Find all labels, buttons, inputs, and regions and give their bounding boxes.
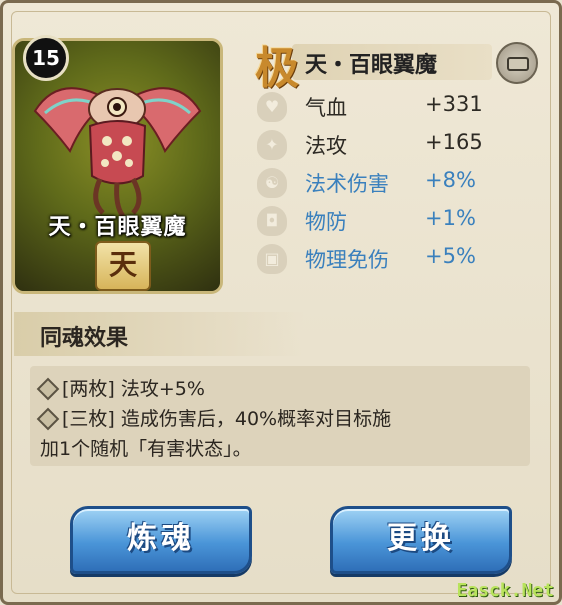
rank-glyph: 极 xyxy=(255,43,299,94)
stat-row-physical-reduction: ▣ 物理免伤 +5% xyxy=(255,242,545,276)
grade-badge: 天 xyxy=(95,241,151,291)
stat-label: 法攻 xyxy=(305,134,347,158)
replace-button[interactable]: 更换 xyxy=(330,506,512,574)
stat-label: 物防 xyxy=(305,210,347,234)
set-effect-title: 同魂效果 xyxy=(40,326,129,351)
yin-yang-icon: ☯ xyxy=(257,168,287,198)
stat-value: +1% xyxy=(425,206,476,230)
effect-line: [三枚] 造成伤害后，40%概率对目标施 xyxy=(62,408,392,430)
stat-label: 物理免伤 xyxy=(305,248,389,272)
card-name: 天・百眼翼魔 xyxy=(48,215,187,240)
effect-line: 加1个随机「有害状态」。 xyxy=(40,438,252,460)
stat-row-magic-damage: ☯ 法术伤害 +8% xyxy=(255,166,545,200)
heart-icon: ♥ xyxy=(257,92,287,122)
stat-label: 法术伤害 xyxy=(305,172,389,196)
level-badge: 15 xyxy=(23,35,69,81)
watermark: Easck.Net xyxy=(456,580,554,601)
refine-soul-button[interactable]: 炼魂 xyxy=(70,506,252,574)
stat-value: +8% xyxy=(425,168,476,192)
lock-icon-body xyxy=(507,57,529,71)
stat-value: +331 xyxy=(425,92,483,116)
stat-label: 气血 xyxy=(305,96,347,120)
soul-title: 天・百眼翼魔 xyxy=(305,53,438,78)
shield-icon: ◘ xyxy=(257,206,287,236)
effect-line: [两枚] 法攻+5% xyxy=(62,378,205,400)
stat-row-magic-attack: ✦ 法攻 +165 xyxy=(255,128,545,162)
stat-row-physical-defense: ◘ 物防 +1% xyxy=(255,204,545,238)
stat-value: +165 xyxy=(425,130,483,154)
magic-attack-icon: ✦ xyxy=(257,130,287,160)
stat-value: +5% xyxy=(425,244,476,268)
stat-row-hp: ♥ 气血 +331 xyxy=(255,90,545,124)
shield-block-icon: ▣ xyxy=(257,244,287,274)
lock-icon[interactable] xyxy=(496,42,538,84)
